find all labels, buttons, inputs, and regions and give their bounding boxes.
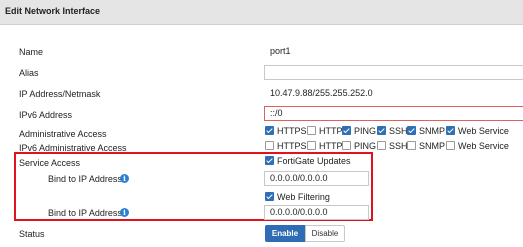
status-enable-button[interactable]: Enable xyxy=(265,225,305,242)
info-icon[interactable]: i xyxy=(120,208,129,217)
bind-ip-field-1[interactable]: 0.0.0.0/0.0.0.0 xyxy=(264,171,369,186)
ipv6-admin-ssh-label: SSH xyxy=(389,141,408,151)
status-disable-button[interactable]: Disable xyxy=(305,225,345,242)
ipv6-admin-snmp-checkbox[interactable] xyxy=(407,141,416,150)
ipv6-address-field[interactable]: ::/0 xyxy=(264,106,523,121)
web-filtering-label: Web Filtering xyxy=(277,192,330,202)
ipv6-admin-web-service-checkbox[interactable] xyxy=(446,141,455,150)
bind-ip-label-1: Bind to IP Address xyxy=(48,174,122,184)
name-label: Name xyxy=(19,47,44,57)
admin-ping-label: PING xyxy=(354,126,377,136)
alias-field[interactable] xyxy=(264,65,523,80)
ipv6-admin-https-label: HTTPS xyxy=(277,141,307,151)
ip-netmask-field[interactable]: 10.47.9.88/255.255.252.0 xyxy=(264,86,523,101)
admin-http-label: HTTP xyxy=(319,126,343,136)
ipv6-admin-https-checkbox[interactable] xyxy=(265,141,274,150)
bind-ip-field-2[interactable]: 0.0.0.0/0.0.0.0 xyxy=(264,205,369,220)
admin-https-label: HTTPS xyxy=(277,126,307,136)
admin-snmp-checkbox[interactable] xyxy=(407,126,416,135)
ipv6-admin-snmp-label: SNMP xyxy=(419,141,446,151)
admin-web-service-label: Web Service xyxy=(458,126,509,136)
ipv6-admin-web-service-label: Web Service xyxy=(458,141,509,151)
admin-snmp-label: SNMP xyxy=(419,126,446,136)
fortigate-updates-label: FortiGate Updates xyxy=(277,156,351,166)
admin-ping-checkbox[interactable] xyxy=(342,126,351,135)
info-icon[interactable]: i xyxy=(120,174,129,183)
ipv6-admin-ping-label: PING xyxy=(354,141,377,151)
bind-ip-label-2: Bind to IP Address xyxy=(48,208,122,218)
status-label: Status xyxy=(19,229,45,239)
ipv6-admin-ssh-checkbox[interactable] xyxy=(377,141,386,150)
alias-label: Alias xyxy=(19,68,39,78)
admin-https-checkbox[interactable] xyxy=(265,126,274,135)
name-field[interactable]: port1 xyxy=(264,44,523,59)
ipv6-admin-ping-checkbox[interactable] xyxy=(342,141,351,150)
ipv6-address-label: IPv6 Address xyxy=(19,110,73,120)
ipv6-admin-http-checkbox[interactable] xyxy=(307,141,316,150)
ipv6-admin-http-label: HTTP xyxy=(319,141,343,151)
web-filtering-checkbox[interactable] xyxy=(265,192,274,201)
fortigate-updates-checkbox[interactable] xyxy=(265,156,274,165)
service-access-label: Service Access xyxy=(19,158,81,168)
dialog-header: Edit Network Interface xyxy=(0,0,523,25)
admin-http-checkbox[interactable] xyxy=(307,126,316,135)
admin-access-label: Administrative Access xyxy=(19,129,107,139)
ip-netmask-label: IP Address/Netmask xyxy=(19,89,101,99)
admin-ssh-label: SSH xyxy=(389,126,408,136)
admin-ssh-checkbox[interactable] xyxy=(377,126,386,135)
admin-web-service-checkbox[interactable] xyxy=(446,126,455,135)
dialog-title: Edit Network Interface xyxy=(5,6,101,16)
